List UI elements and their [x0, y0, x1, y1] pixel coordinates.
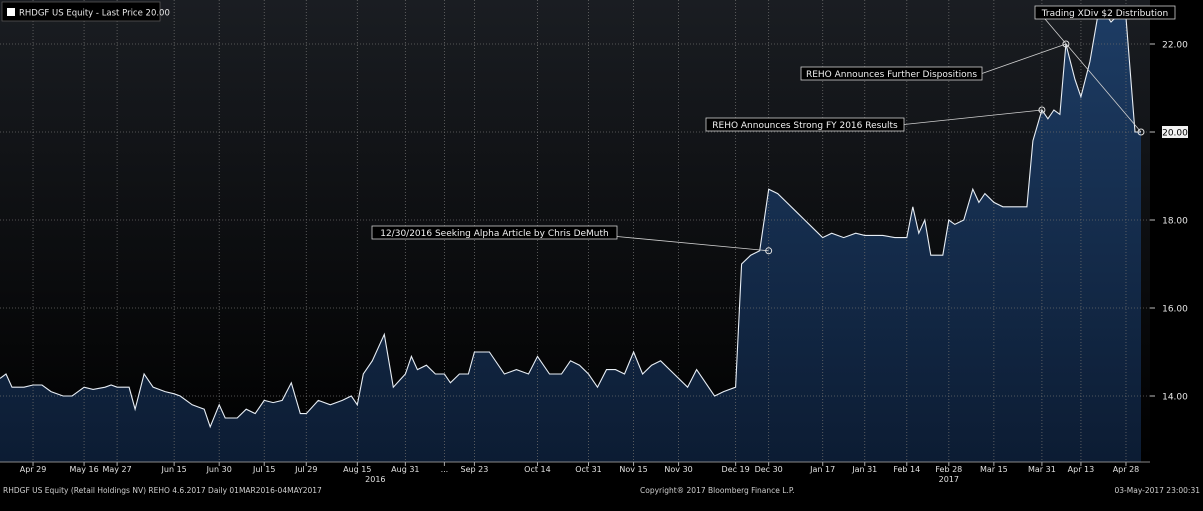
x-tick-label: Mar 15	[980, 465, 1008, 474]
x-tick-label: Aug 15	[343, 465, 371, 474]
y-tick-label: 16.00	[1162, 305, 1188, 315]
footer-description: RHDGF US Equity (Retail Holdings NV) REH…	[3, 486, 322, 495]
y-tick-label: 14.00	[1162, 393, 1188, 403]
x-tick-label: May 27	[102, 465, 131, 474]
x-tick-label: Aug 31	[391, 465, 419, 474]
y-tick-label: 22.00	[1162, 41, 1188, 51]
x-tick-label: Apr 29	[20, 465, 47, 474]
annotation-label: REHO Announces Further Dispositions	[806, 70, 977, 80]
legend-label: RHDGF US Equity - Last Price 20.00	[19, 9, 170, 19]
x-tick-label: Dec 19	[722, 465, 750, 474]
legend-swatch	[7, 8, 15, 16]
last-price-label: 20.00	[1162, 129, 1188, 139]
x-tick-label: Jan 17	[809, 465, 835, 474]
x-tick-label: Feb 14	[893, 465, 920, 474]
footer-copyright: Copyright® 2017 Bloomberg Finance L.P.	[640, 486, 795, 495]
x-tick-label: Oct 14	[524, 465, 551, 474]
x-tick-label: Apr 28	[1113, 465, 1140, 474]
x-year-label: 2017	[939, 475, 959, 484]
price-chart-svg: 14.00 16.00 18.00 22.00 20.00 Apr 29 May 16 May…	[0, 0, 1203, 484]
x-tick-label: Jul 29	[294, 465, 317, 474]
x-tick-label: Jan 31	[851, 465, 877, 474]
x-tick-label: ...	[441, 465, 449, 474]
x-tick-label: Oct 31	[575, 465, 602, 474]
x-tick-label: Apr 13	[1068, 465, 1095, 474]
annotation-label: 12/30/2016 Seeking Alpha Article by Chri…	[380, 229, 609, 239]
annotation-label: Trading XDiv $2 Distribution	[1041, 9, 1168, 19]
x-tick-label: Mar 31	[1028, 465, 1056, 474]
x-tick-label: Sep 23	[461, 465, 489, 474]
annotation-label: REHO Announces Strong FY 2016 Results	[712, 121, 898, 131]
x-tick-label: Jul 15	[252, 465, 275, 474]
footer-timestamp: 03-May-2017 23:00:31	[1114, 486, 1201, 495]
x-tick-label: Nov 15	[619, 465, 647, 474]
x-tick-label: Jun 15	[161, 465, 187, 474]
x-tick-label: Jun 30	[206, 465, 232, 474]
y-tick-label: 18.00	[1162, 217, 1188, 227]
x-year-label: 2016	[365, 475, 385, 484]
x-tick-label: Feb 28	[935, 465, 962, 474]
x-tick-label: Dec 30	[755, 465, 783, 474]
price-chart: 14.00 16.00 18.00 22.00 20.00 Apr 29 May 16 May…	[0, 0, 1203, 511]
x-tick-label: May 16	[69, 465, 98, 474]
x-tick-label: Nov 30	[664, 465, 692, 474]
